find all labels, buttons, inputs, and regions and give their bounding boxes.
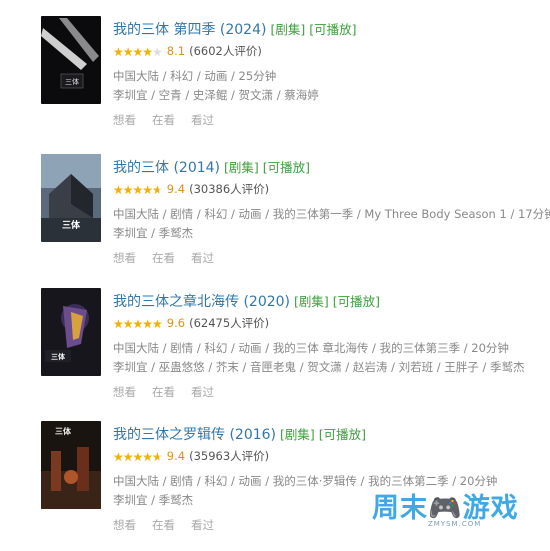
rating-votes: (6602人评价): [189, 44, 262, 58]
svg-text:三体: 三体: [62, 219, 81, 231]
title-link[interactable]: 我的三体 第四季 (2024): [113, 22, 266, 38]
title-link[interactable]: 我的三体 (2014): [113, 160, 220, 176]
rating-stars-fill: ★★★★★: [113, 451, 160, 463]
poster-image[interactable]: 三体: [41, 288, 101, 376]
poster-image[interactable]: 三体: [41, 154, 101, 242]
meta-cast: 李圳宜 / 巫蛊悠悠 / 芥末 / 音匣老鬼 / 贺文潇 / 赵岩涛 / 刘若班…: [113, 360, 525, 374]
meta-cast: 李圳宜 / 季鹫杰: [113, 493, 194, 507]
tag-series[interactable]: [剧集]: [294, 294, 329, 309]
poster-image[interactable]: 三体: [41, 421, 101, 509]
tag-playable[interactable]: [可播放]: [263, 160, 310, 175]
action-bar: 想看 在看 看过: [113, 384, 230, 400]
rating-stars: ★★★★★★★★★★: [113, 183, 163, 197]
tag-playable[interactable]: [可播放]: [309, 22, 356, 37]
meta-genres: 中国大陆 / 科幻 / 动画 / 25分钟: [113, 69, 277, 83]
watching-button[interactable]: 在看: [152, 518, 175, 532]
poster-image[interactable]: 三体: [41, 16, 101, 104]
tag-series[interactable]: [剧集]: [280, 427, 315, 442]
rating-stars-fill: ★★★★★: [113, 46, 153, 58]
want-to-watch-button[interactable]: 想看: [113, 251, 136, 265]
title-link[interactable]: 我的三体之章北海传 (2020): [113, 294, 290, 310]
result-item: 三体 我的三体之章北海传 (2020) [剧集] [可播放] ★★★★★ ★★★★★ 9…: [0, 288, 550, 418]
rating-stars-fill: ★★★★★: [113, 184, 160, 196]
result-item: 三体 我的三体 (2014) [剧集] [可播放] ★★★★★ ★★★★★ 9.4 (30…: [0, 154, 550, 284]
rating-score: 9.4: [166, 449, 186, 463]
svg-text:三体: 三体: [65, 77, 79, 86]
svg-text:三体: 三体: [51, 352, 66, 361]
title-link[interactable]: 我的三体之罗辑传 (2016): [113, 427, 276, 443]
rating-score: 8.1: [166, 44, 186, 58]
meta-genres: 中国大陆 / 剧情 / 科幻 / 动画 / 我的三体 章北海传 / 我的三体第三…: [113, 341, 509, 355]
rating-score: 9.6: [166, 316, 186, 330]
watched-button[interactable]: 看过: [191, 113, 214, 127]
watched-button[interactable]: 看过: [191, 251, 214, 265]
result-item: 三体 我的三体 第四季 (2024) [剧集] [可播放] ★★★★★★★★★★8.…: [0, 16, 550, 146]
watched-button[interactable]: 看过: [191, 385, 214, 399]
meta-cast: 李圳宜 / 空青 / 史泽鲲 / 贺文潇 / 蔡海婷: [113, 88, 319, 102]
watching-button[interactable]: 在看: [152, 251, 175, 265]
action-bar: 想看 在看 看过: [113, 517, 230, 533]
rating-votes: (62475人评价): [189, 316, 270, 330]
watermark-logo: 周末🎮游戏 ZMYSM.COM: [372, 486, 542, 530]
watermark-url: ZMYSM.COM: [428, 520, 482, 528]
svg-text:三体: 三体: [55, 426, 72, 436]
meta-cast: 李圳宜 / 季鹫杰: [113, 226, 194, 240]
rating-stars: ★★★★★★★★★★: [113, 45, 163, 59]
watching-button[interactable]: 在看: [152, 113, 175, 127]
rating-stars: ★★★★★★★★★★: [113, 450, 163, 464]
tag-series[interactable]: [剧集]: [270, 22, 305, 37]
tag-series[interactable]: [剧集]: [224, 160, 259, 175]
rating-stars-fill: ★★★★★: [113, 318, 162, 330]
action-bar: 想看 在看 看过: [113, 250, 230, 266]
rating-stars: ★★★★★★★★★★: [113, 317, 163, 331]
action-bar: 想看 在看 看过: [113, 112, 230, 128]
watched-button[interactable]: 看过: [191, 518, 214, 532]
watching-button[interactable]: 在看: [152, 385, 175, 399]
tag-playable[interactable]: [可播放]: [333, 294, 380, 309]
meta-genres: 中国大陆 / 剧情 / 科幻 / 动画 / 我的三体第一季 / My Three…: [113, 207, 550, 221]
rating-score: 9.4: [166, 182, 186, 196]
want-to-watch-button[interactable]: 想看: [113, 113, 136, 127]
rating-votes: (35963人评价): [189, 449, 270, 463]
want-to-watch-button[interactable]: 想看: [113, 385, 136, 399]
want-to-watch-button[interactable]: 想看: [113, 518, 136, 532]
rating-votes: (30386人评价): [189, 182, 270, 196]
tag-playable[interactable]: [可播放]: [319, 427, 366, 442]
